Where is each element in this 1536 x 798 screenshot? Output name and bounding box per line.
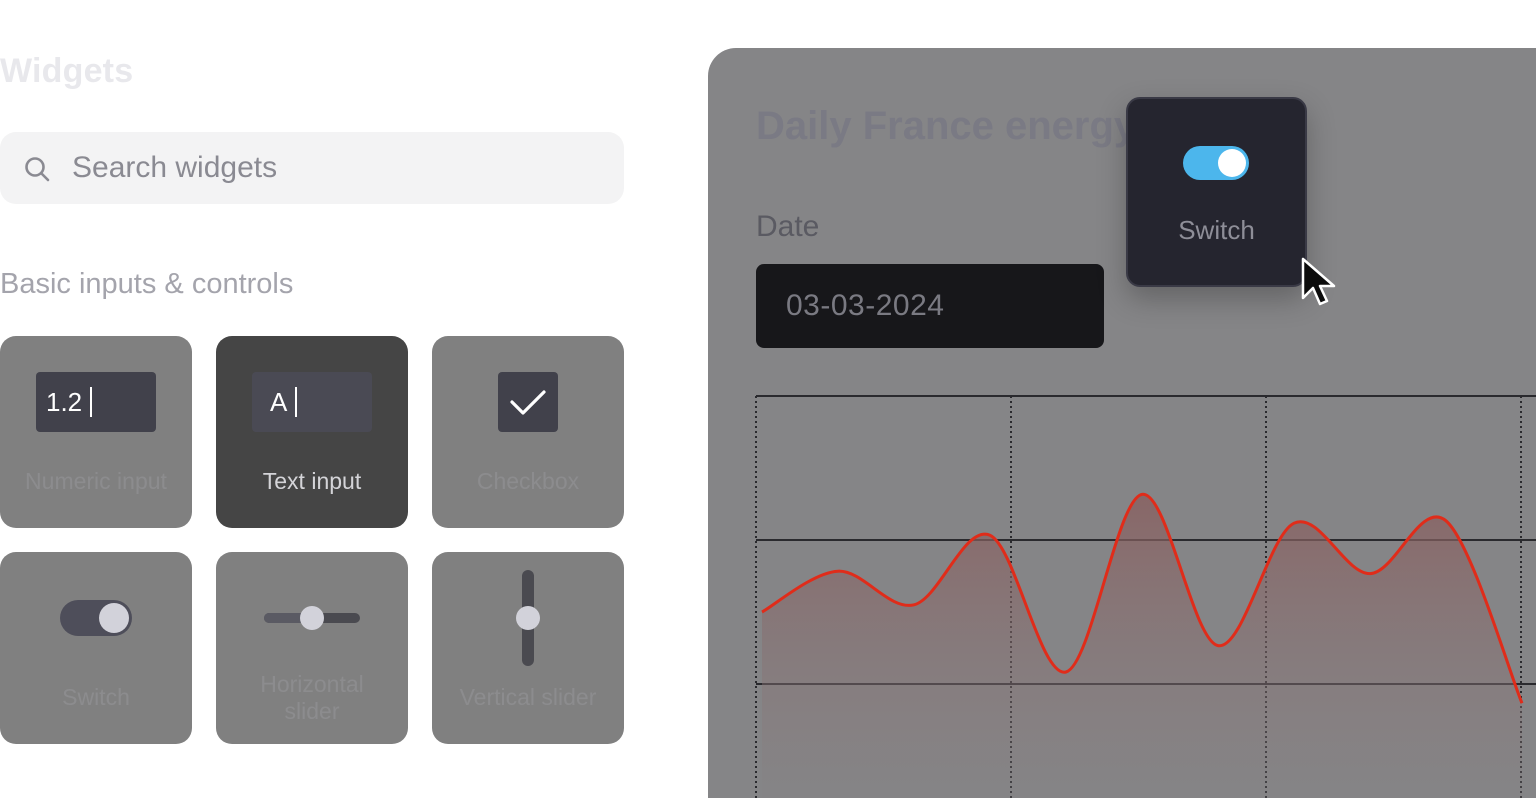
app-preview: Daily France energy Date 03-03-2024 (708, 48, 1536, 798)
widget-tile-label: Vertical slider (459, 684, 597, 710)
widget-tile-text-input[interactable]: A Text input (216, 336, 408, 528)
checkmark-icon (510, 390, 546, 415)
text-preview-value: A (270, 387, 288, 417)
numeric-input-icon: 1.2 (36, 372, 156, 432)
checkbox-icon (498, 372, 558, 432)
date-input[interactable]: 03-03-2024 (756, 264, 1104, 348)
dragged-widget-label: Switch (1178, 215, 1255, 245)
widget-tile-label: Text input (262, 468, 362, 494)
search-icon (25, 157, 50, 182)
switch-knob (99, 603, 129, 633)
widget-tile-horizontal-slider[interactable]: Horizontal slider (216, 552, 408, 744)
switch-icon (1183, 146, 1249, 180)
search-input[interactable] (72, 146, 592, 190)
text-caret (90, 387, 93, 418)
widget-tile-switch[interactable]: Switch (0, 552, 192, 744)
widget-tile-label: Numeric input (25, 468, 167, 494)
widget-tile-label: Switch (62, 684, 130, 710)
slider-knob (516, 606, 540, 630)
energy-chart (755, 395, 1536, 798)
switch-icon (60, 600, 132, 636)
numeric-preview-value: 1.2 (46, 387, 83, 417)
dragged-widget-switch[interactable]: Switch (1126, 97, 1307, 287)
widget-tile-numeric-input[interactable]: 1.2 Numeric input (0, 336, 192, 528)
section-title: Basic inputs & controls (0, 268, 294, 300)
widget-tile-vertical-slider[interactable]: Vertical slider (432, 552, 624, 744)
panel-title: Widgets (0, 52, 134, 90)
text-input-icon: A (252, 372, 372, 432)
mouse-cursor-icon (1301, 257, 1336, 306)
widget-tile-label: Checkbox (476, 468, 580, 494)
widget-tile-checkbox[interactable]: Checkbox (432, 336, 624, 528)
widget-tile-label: Horizontal slider (260, 671, 364, 724)
canvas: Widgets Basic inputs & controls 1.2 Nume… (0, 0, 1536, 798)
slider-knob (300, 606, 324, 630)
text-caret (295, 387, 298, 418)
switch-knob (1218, 149, 1246, 177)
search-bar[interactable] (0, 132, 624, 204)
app-title: Daily France energy (756, 104, 1137, 148)
date-label: Date (756, 210, 820, 243)
